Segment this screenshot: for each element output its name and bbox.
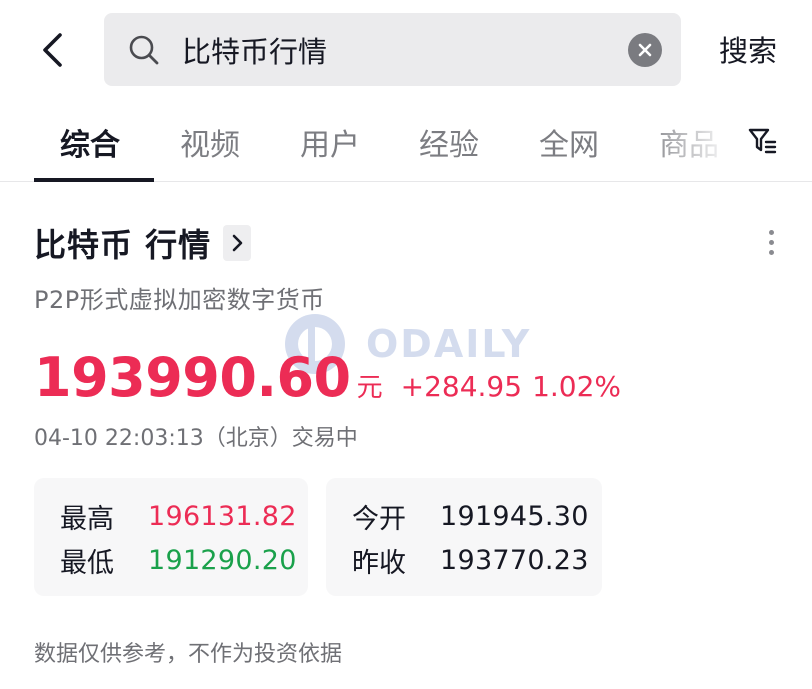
search-submit-button[interactable]: 搜索 xyxy=(713,26,783,72)
stat-prev-close: 昨收 193770.23 xyxy=(352,542,589,579)
title-arrow xyxy=(223,225,252,261)
tab-goods[interactable]: 商品 xyxy=(659,120,719,163)
tab-video[interactable]: 视频 xyxy=(180,120,240,163)
current-price: 193990.60 xyxy=(34,346,351,409)
price-unit: 元 xyxy=(356,373,383,403)
market-card-title-link[interactable]: 比特币 行情 xyxy=(34,218,252,268)
search-icon xyxy=(129,35,159,65)
disclaimer: 数据仅供参考，不作为投资依据 xyxy=(34,642,343,667)
stat-high: 最高 196131.82 xyxy=(60,498,297,535)
price-row: 193990.60 元 +284.95 1.02% xyxy=(34,346,621,414)
clear-search-button[interactable] xyxy=(628,33,662,67)
stat-value: 196131.82 xyxy=(148,500,297,532)
stat-low: 最低 191290.20 xyxy=(60,542,297,579)
tab-experience[interactable]: 经验 xyxy=(419,120,479,163)
card-subtitle: P2P形式虚拟加密数字货币 xyxy=(34,286,325,314)
active-tab-indicator xyxy=(34,178,154,182)
more-options-button[interactable] xyxy=(756,222,786,262)
tab-comprehensive[interactable]: 综合 xyxy=(60,120,120,163)
stats-open-close: 今开 191945.30 昨收 193770.23 xyxy=(326,478,602,596)
stat-value: 193770.23 xyxy=(440,544,589,576)
quote-timestamp: 04-10 22:03:13（北京）交易中 xyxy=(34,426,358,451)
search-box[interactable] xyxy=(104,13,681,86)
card-title: 比特币 行情 xyxy=(34,226,212,264)
clear-icon xyxy=(638,43,652,57)
result-tabs: 综合 视频 用户 经验 全网 商品 xyxy=(0,100,812,182)
stat-label: 昨收 xyxy=(352,547,406,579)
chevron-left-icon xyxy=(43,33,62,67)
stat-value: 191945.30 xyxy=(440,500,589,532)
more-vertical-icon xyxy=(768,229,774,235)
stat-value: 191290.20 xyxy=(148,544,297,576)
back-button[interactable] xyxy=(30,24,74,76)
filter-icon xyxy=(748,128,777,154)
stat-open: 今开 191945.30 xyxy=(352,498,589,535)
search-header: 搜索 xyxy=(0,0,812,100)
filter-button[interactable] xyxy=(742,118,782,164)
stat-label: 今开 xyxy=(352,503,406,535)
search-input[interactable] xyxy=(182,27,602,72)
tab-web[interactable]: 全网 xyxy=(539,120,599,163)
chevron-right-icon xyxy=(232,234,243,252)
price-change-percent: 1.02% xyxy=(532,370,622,403)
stat-label: 最高 xyxy=(60,503,114,535)
stat-label: 最低 xyxy=(60,547,114,579)
stats-high-low: 最高 196131.82 最低 191290.20 xyxy=(34,478,308,596)
price-change: +284.95 xyxy=(400,370,523,403)
tab-user[interactable]: 用户 xyxy=(300,120,360,163)
